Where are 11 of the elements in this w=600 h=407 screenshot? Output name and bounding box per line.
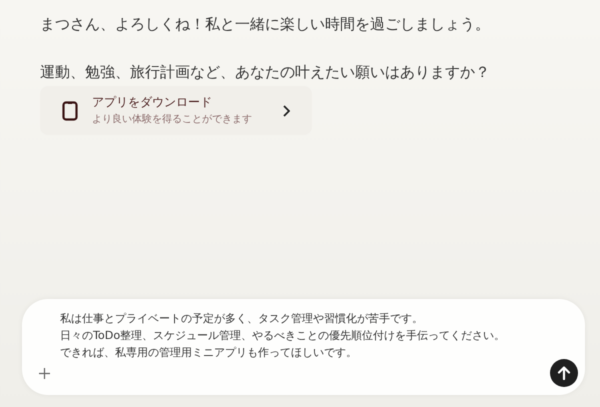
card-title: アプリをダウンロード bbox=[92, 94, 213, 110]
plus-icon[interactable] bbox=[39, 368, 50, 379]
chevron-right-icon bbox=[282, 104, 290, 116]
chat-message: 運動、勉強、旅行計画など、あなたの叶えたい願いはありますか？ bbox=[40, 62, 490, 83]
phone-icon bbox=[62, 100, 78, 120]
card-subtitle: より良い体験を得ることができます bbox=[92, 112, 253, 126]
message-input[interactable]: 私は仕事とプライベートの予定が多く、タスク管理や習慣化が苦手です。 日々のToDo整理、スケジュール管理、やるべきことの優先順位付けを手伝ってください。 できれば、私専用の管理用ミニアプリも作ってほしいです。 bbox=[60, 310, 506, 361]
send-button[interactable] bbox=[550, 359, 578, 387]
arrow-up-icon bbox=[557, 366, 571, 380]
chat-message: まつさん、よろしくね！私と一緒に楽しい時間を過ごしましょう。 bbox=[40, 14, 490, 35]
download-app-card[interactable]: アプリをダウンロード より良い体験を得ることができます bbox=[40, 86, 312, 135]
